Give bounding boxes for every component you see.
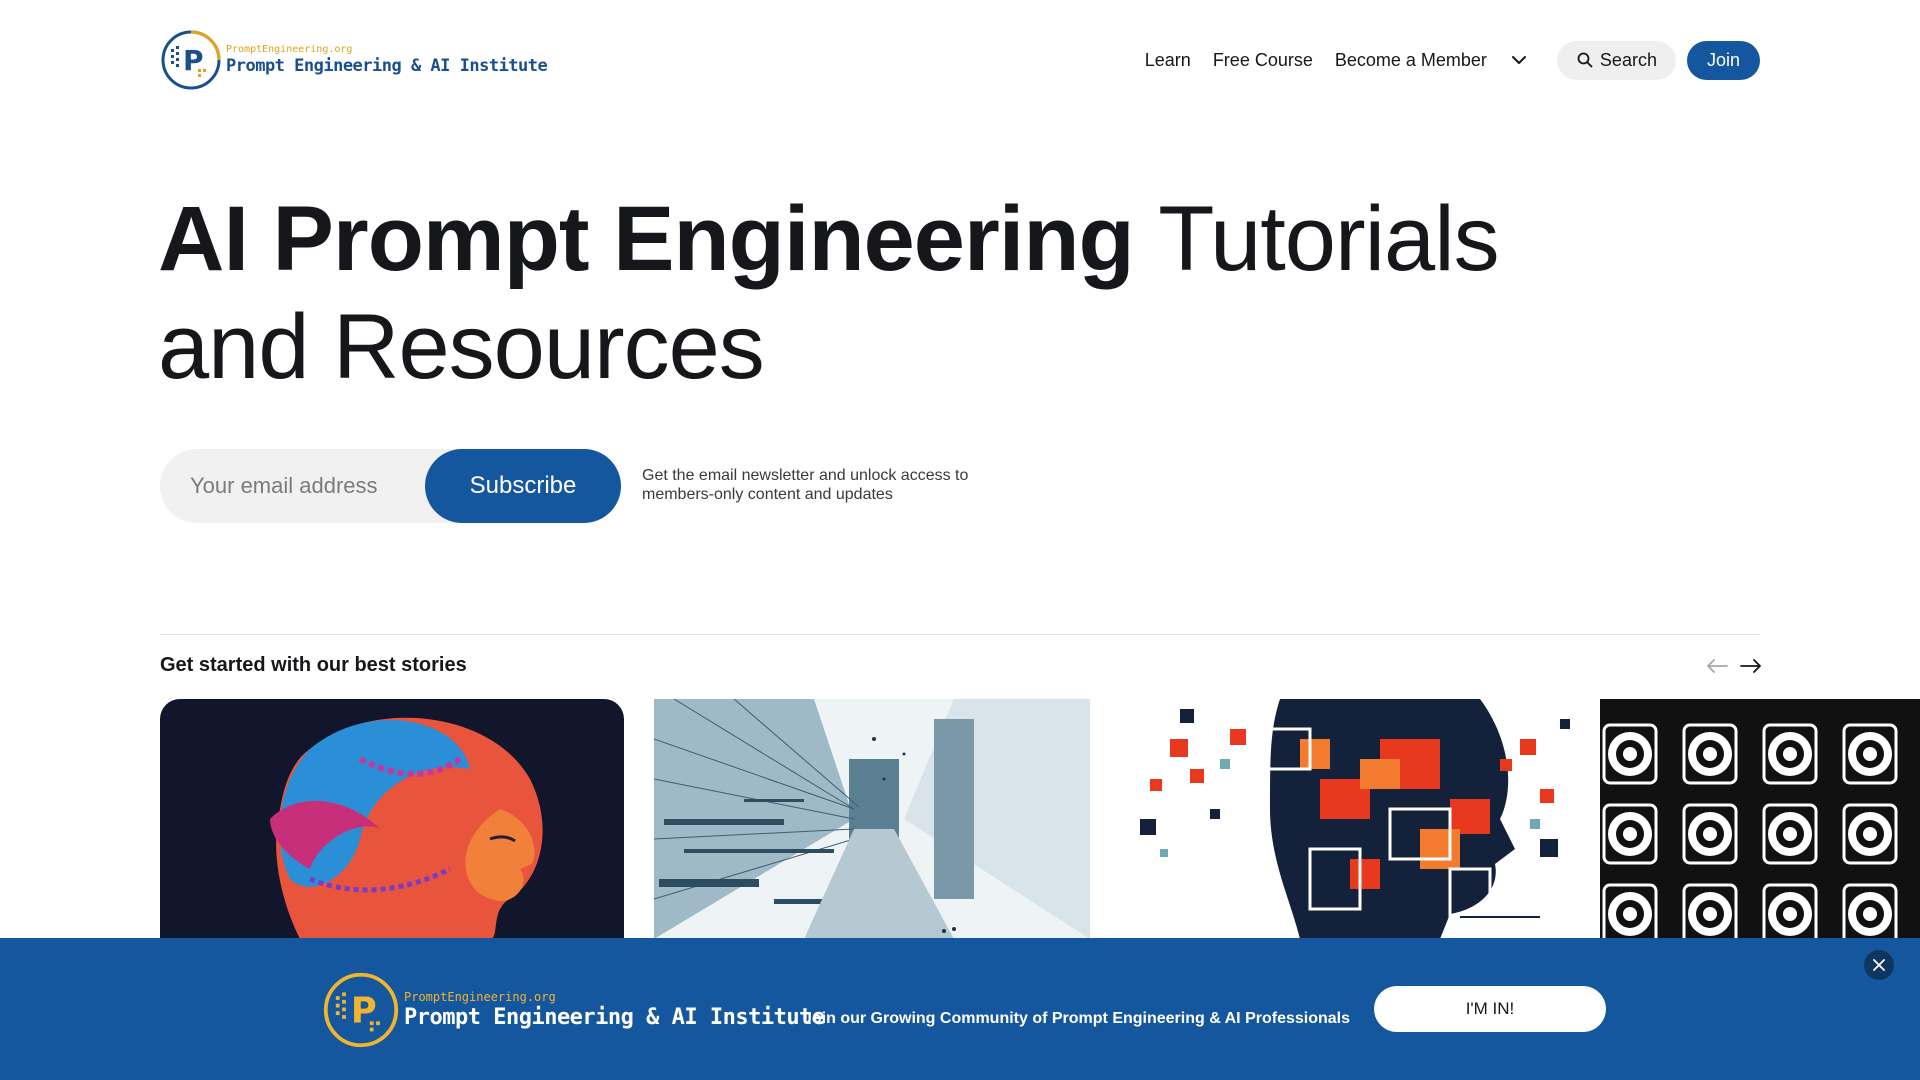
city-glitch-image (654, 699, 1090, 939)
story-card-4[interactable] (1600, 699, 1920, 939)
main-nav: Learn Free Course Become a Member Search… (1145, 40, 1760, 80)
pixel-mosaic-image (1120, 699, 1584, 939)
join-button[interactable]: Join (1686, 40, 1760, 80)
banner-logo: P PromptEngineering.org Prompt Engineeri… (322, 971, 825, 1049)
svg-text:P: P (351, 991, 377, 1032)
section-divider (160, 634, 1760, 635)
stories-heading-prefix: Get started with our (160, 654, 349, 676)
banner-logo-name: Prompt Engineering & AI Institute (404, 1005, 825, 1030)
search-button[interactable]: Search (1556, 40, 1676, 80)
logo-text: PromptEngineering.org Prompt Engineering… (226, 44, 548, 76)
story-card-3[interactable] (1120, 699, 1584, 939)
close-icon (1873, 959, 1885, 971)
chevron-down-icon (1511, 56, 1526, 64)
story-card-2[interactable] (654, 699, 1118, 939)
carousel-next-button[interactable] (1737, 653, 1765, 679)
banner-close-button[interactable] (1864, 950, 1894, 980)
svg-text:P: P (183, 44, 204, 77)
im-in-button[interactable]: I'M IN! (1374, 986, 1606, 1032)
nav-more-button[interactable] (1507, 48, 1531, 72)
site-logo[interactable]: P PromptEngineering.org Prompt Engineeri… (160, 29, 548, 91)
subscribe-form: Subscribe (160, 449, 621, 523)
banner-logo-mark-icon: P (323, 972, 399, 1048)
banner-logo-domain: PromptEngineering.org (404, 990, 556, 1004)
logo-name: Prompt Engineering & AI Institute (226, 56, 548, 76)
logo-domain: PromptEngineering.org (226, 44, 353, 55)
nav-become-member[interactable]: Become a Member (1335, 50, 1487, 71)
nav-free-course[interactable]: Free Course (1213, 50, 1313, 71)
logo-mark-icon: P (161, 30, 221, 90)
stories-heading-bold: best stories (354, 654, 467, 676)
site-header: P PromptEngineering.org Prompt Engineeri… (160, 27, 1760, 93)
subscribe-note: Get the email newsletter and unlock acce… (642, 467, 969, 503)
abstract-face-image (160, 699, 624, 939)
pattern-image (1600, 699, 1920, 939)
hero-title-bold: AI Prompt Engineering (158, 188, 1135, 290)
membership-banner: P PromptEngineering.org Prompt Engineeri… (0, 938, 1920, 1080)
banner-logo-text: PromptEngineering.org Prompt Engineering… (404, 991, 825, 1029)
search-label: Search (1599, 49, 1657, 70)
story-card-1[interactable] (160, 699, 624, 939)
stories-heading: Get started with our best stories (160, 654, 467, 677)
banner-text: Join our Growing Community of Prompt Eng… (803, 1010, 1350, 1027)
search-icon (1577, 52, 1593, 68)
arrow-left-icon (1707, 659, 1728, 673)
arrow-right-icon (1740, 659, 1761, 673)
carousel-prev-button[interactable] (1703, 653, 1731, 679)
hero-title: AI Prompt Engineering Tutorials and Reso… (158, 185, 1658, 401)
subscribe-button[interactable]: Subscribe (425, 449, 621, 523)
email-input[interactable] (160, 449, 425, 523)
nav-learn[interactable]: Learn (1145, 50, 1191, 71)
